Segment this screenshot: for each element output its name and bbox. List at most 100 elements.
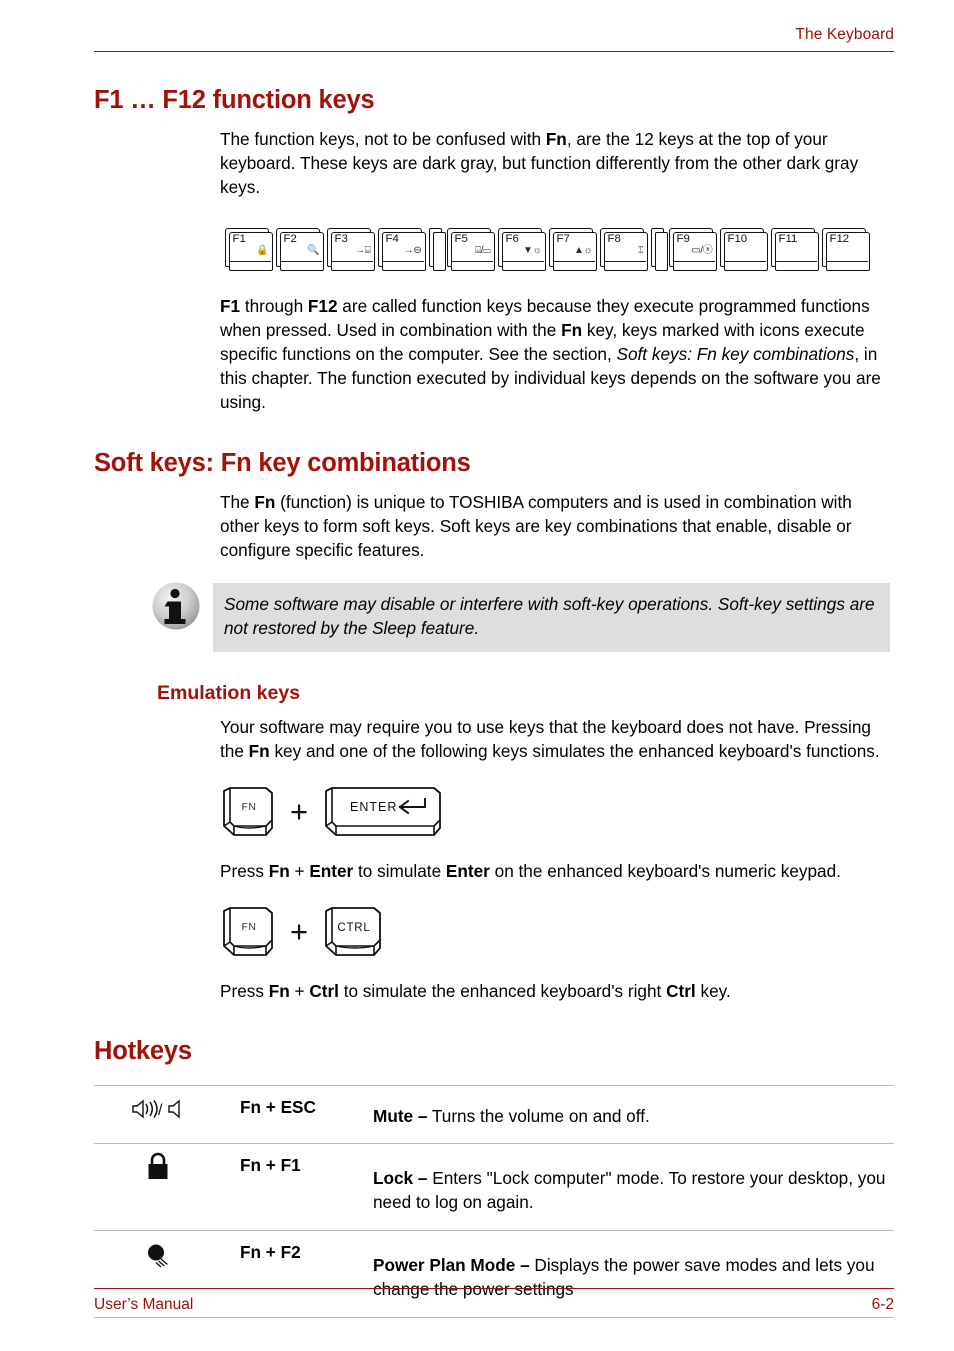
enter-key-glyph: ENTER bbox=[322, 786, 444, 840]
note-text: Some software may disable or interfere w… bbox=[213, 583, 890, 652]
paragraph-function-keys-intro: The function keys, not to be confused wi… bbox=[94, 127, 894, 200]
text-bold-fn: Fn bbox=[561, 319, 583, 340]
function-key-f2: F2 🔍 bbox=[276, 227, 325, 272]
fn-key-glyph-2: FN bbox=[220, 906, 276, 960]
f11-key bbox=[779, 245, 816, 271]
svg-text:FN: FN bbox=[242, 921, 257, 933]
function-key-f10: F10 bbox=[720, 227, 769, 272]
sleep-icon: →⌸ bbox=[355, 245, 371, 257]
text-bold-f1: F1 bbox=[220, 295, 241, 316]
function-key-label: F7 bbox=[556, 233, 570, 246]
section-heading-hotkeys: Hotkeys bbox=[94, 1037, 192, 1066]
hotkey-description: Mute – Turns the volume on and off. bbox=[373, 1086, 894, 1142]
text-bold-ctrl: Ctrl bbox=[309, 981, 339, 1002]
touchpad-toggle-icon: ▭/ⓧ bbox=[691, 245, 713, 257]
text-bold-fn: Fn bbox=[254, 491, 276, 512]
text-run: + bbox=[289, 861, 310, 882]
key-combination-diagram-fn-ctrl: FN + CTRL bbox=[94, 905, 894, 961]
text-bold-fn: Fn bbox=[248, 740, 270, 761]
power-plan-icon bbox=[94, 1231, 221, 1273]
section-heading-function-keys: F1 … F12 function keys bbox=[94, 86, 375, 114]
hotkey-detail: Enters "Lock computer" mode. To restore … bbox=[373, 1167, 886, 1212]
hotkey-description: Lock – Enters "Lock computer" mode. To r… bbox=[373, 1144, 894, 1230]
text-run: Press bbox=[220, 861, 269, 882]
caption-fn-enter: Press Fn + Enter to simulate Enter on th… bbox=[94, 859, 894, 883]
f12-key bbox=[830, 245, 867, 271]
svg-text:FN: FN bbox=[242, 801, 257, 813]
text-run: key and one of the following keys simula… bbox=[269, 740, 880, 761]
lock-icon: 🔒 bbox=[256, 245, 269, 257]
function-key-label: F1 bbox=[232, 233, 246, 246]
document-page: The Keyboard F1 … F12 function keys The … bbox=[0, 0, 954, 1351]
text-bold-enter-2: Enter bbox=[445, 861, 490, 882]
caption-fn-ctrl: Press Fn + Ctrl to simulate the enhanced… bbox=[94, 979, 894, 1003]
ctrl-key-glyph: CTRL bbox=[322, 906, 384, 960]
function-key-label: F3 bbox=[334, 233, 348, 246]
note-box: Some software may disable or interfere w… bbox=[94, 581, 894, 652]
text-run: to simulate the enhanced keyboard's righ… bbox=[338, 981, 667, 1002]
text-run: to simulate bbox=[353, 861, 446, 882]
fn-key-glyph: FN bbox=[220, 786, 276, 840]
paragraph-emulation-keys: Your software may require you to use key… bbox=[94, 715, 894, 763]
brightness-down-icon: ▼☼ bbox=[523, 245, 542, 257]
plus-symbol: + bbox=[290, 913, 309, 949]
function-key-label: F10 bbox=[727, 233, 748, 246]
padlock-icon bbox=[94, 1144, 221, 1186]
function-key-label: F5 bbox=[454, 233, 468, 246]
paragraph-function-keys-detail: F1 through F12 are called function keys … bbox=[94, 294, 894, 415]
text-run: The function keys, not to be confused wi… bbox=[220, 129, 546, 149]
narrow-spacer-key-2 bbox=[651, 227, 668, 272]
text-run: + bbox=[289, 981, 310, 1002]
svg-text:/: / bbox=[158, 1102, 163, 1119]
key-combination-diagram-fn-enter: FN + ENTER bbox=[94, 785, 894, 841]
svg-text:CTRL: CTRL bbox=[337, 922, 370, 934]
function-key-label: F9 bbox=[676, 233, 690, 246]
hotkey-table-row: Fn + F1 Lock – Enters "Lock computer" mod… bbox=[94, 1142, 894, 1230]
function-key-f5: F5 ⌸/▭ bbox=[447, 227, 496, 272]
footer-manual-label: User’s Manual bbox=[94, 1296, 194, 1313]
text-italic-crossref: Soft keys: Fn key combinations bbox=[616, 344, 855, 365]
header-divider bbox=[94, 51, 894, 52]
display-switch-icon: ⌸/▭ bbox=[475, 245, 491, 257]
text-bold-fn: Fn bbox=[268, 861, 290, 882]
function-key-label: F6 bbox=[505, 233, 519, 246]
page-footer: User’s Manual 6-2 bbox=[94, 1288, 894, 1314]
function-key-f8: F8 ⑄ bbox=[600, 227, 649, 272]
narrow-spacer-key bbox=[429, 227, 446, 272]
section-heading-soft-keys: Soft keys: Fn key combinations bbox=[94, 448, 471, 477]
footer-page-number: 6-2 bbox=[871, 1296, 894, 1313]
function-key-f7: F7 ▲☼ bbox=[549, 227, 598, 272]
function-key-f1: F1 🔒 bbox=[225, 227, 274, 272]
text-bold-fn: Fn bbox=[545, 129, 567, 149]
function-key-f3: F3 →⌸ bbox=[327, 227, 376, 272]
hotkey-term: Power Plan Mode – bbox=[373, 1255, 530, 1276]
text-run: The bbox=[220, 491, 255, 512]
hotkeys-table: / Fn + ESC Mute – Turns the volume on and … bbox=[94, 1085, 894, 1319]
hotkey-table-row: / Fn + ESC Mute – Turns the volume on and … bbox=[94, 1085, 894, 1142]
hotkey-combination: Fn + ESC bbox=[240, 1097, 316, 1118]
function-key-label: F4 bbox=[385, 233, 399, 246]
function-key-f11: F11 bbox=[771, 227, 820, 272]
page-header: The Keyboard bbox=[94, 26, 894, 52]
function-key-f4: F4 →⊖ bbox=[378, 227, 427, 272]
text-bold-enter: Enter bbox=[309, 861, 354, 882]
function-key-f6: F6 ▼☼ bbox=[498, 227, 547, 272]
mute-speaker-icon: / bbox=[94, 1086, 221, 1128]
text-run: through bbox=[240, 295, 308, 316]
hotkey-term: Mute – bbox=[373, 1106, 428, 1127]
brightness-up-icon: ▲☼ bbox=[574, 245, 593, 257]
text-run: on the enhanced keyboard's numeric keypa… bbox=[489, 861, 841, 882]
hotkey-term: Lock – bbox=[373, 1167, 428, 1188]
text-bold-ctrl-2: Ctrl bbox=[666, 981, 696, 1002]
hotkey-detail: Turns the volume on and off. bbox=[427, 1106, 650, 1127]
function-key-f12: F12 bbox=[822, 227, 871, 272]
function-key-f9: F9 ▭/ⓧ bbox=[669, 227, 718, 272]
page-content: F1 … F12 function keys The function keys… bbox=[94, 72, 894, 1319]
function-key-label: F2 bbox=[283, 233, 297, 246]
hotkey-combination: Fn + F1 bbox=[240, 1154, 301, 1175]
footer-divider bbox=[94, 1288, 894, 1289]
text-run: Press bbox=[220, 981, 269, 1002]
plus-symbol: + bbox=[290, 793, 309, 829]
function-key-label: F11 bbox=[778, 233, 798, 246]
function-key-label: F8 bbox=[607, 233, 621, 246]
